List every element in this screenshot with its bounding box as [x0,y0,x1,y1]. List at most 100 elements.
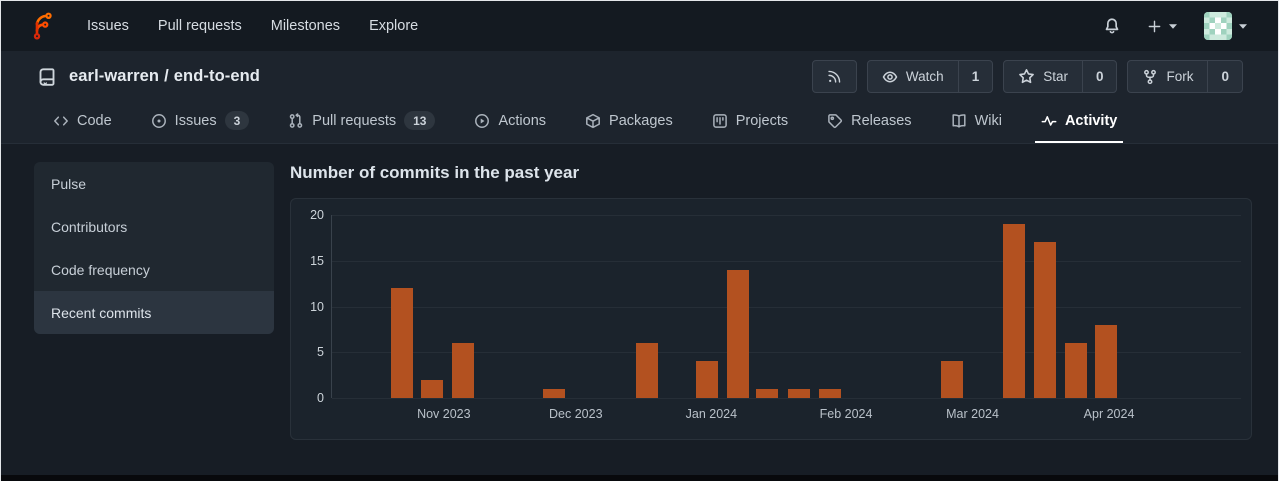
code-icon [54,115,68,126]
watch-count[interactable]: 1 [957,61,993,92]
gridline [332,260,1241,262]
repo-owner-link[interactable]: earl-warren [69,67,159,85]
watch-button[interactable]: Watch 1 [866,60,994,93]
star-count[interactable]: 0 [1081,61,1117,92]
nav-link-issues[interactable]: Issues [87,18,129,34]
issue-opened-icon [151,113,166,128]
x-axis-month-label: Mar 2024 [946,407,999,421]
tab-wiki[interactable]: Wiki [945,102,1008,143]
tab-pull-requests[interactable]: Pull requests 13 [282,102,441,143]
x-axis-labels: Nov 2023 Dec 2023 Jan 2024 Feb 2024 Mar 2024… [331,407,1241,427]
commit-bar [390,288,413,398]
gridline [332,215,1241,216]
sidebar-item-recent-commits[interactable]: Recent commits [34,291,274,334]
repo-name-link[interactable]: end-to-end [174,67,260,85]
sidebar-item-code-frequency[interactable]: Code frequency [34,248,274,291]
commit-bar [1033,242,1056,398]
nav-link-explore[interactable]: Explore [369,18,418,34]
top-navbar: Issues Pull requests Milestones Explore [1,1,1278,51]
x-axis-month-label: Dec 2023 [549,407,603,421]
commit-bar [788,388,811,398]
rss-feed-button[interactable] [811,60,857,93]
tag-icon [828,113,843,128]
x-axis-month-label: Feb 2024 [819,407,873,421]
forgejo-logo-icon[interactable] [29,12,55,40]
bell-icon [1105,18,1119,34]
chart-plot [331,215,1241,399]
activity-sidebar-menu: Pulse Contributors Code frequency Recent… [34,162,274,334]
watch-label: Watch [905,69,944,84]
activity-content: Pulse Contributors Code frequency Recent… [1,144,1278,440]
commit-bar [1094,324,1117,398]
star-label: Star [1043,69,1068,84]
commit-bar [420,379,443,398]
commit-bar [727,269,750,398]
commit-bar [1064,343,1087,398]
fork-icon [1144,69,1157,84]
tab-packages[interactable]: Packages [579,102,679,143]
tab-releases[interactable]: Releases [821,102,917,143]
pull-requests-count-badge: 13 [404,111,436,130]
navbar-right [1103,12,1248,40]
chevron-down-icon [1168,23,1178,30]
rss-icon [828,70,841,83]
eye-icon [882,71,898,82]
fork-label: Fork [1166,69,1194,84]
tab-projects[interactable]: Projects [706,102,794,143]
create-new-dropdown[interactable] [1147,19,1178,34]
commits-chart-panel: 0 5 10 15 20 Nov 2023 Dec 2023 Jan 2024 Feb 202… [290,198,1252,440]
y-axis-tick-label: 10 [310,299,324,314]
gridline [332,398,1241,399]
y-axis-tick-label: 15 [310,253,324,268]
tab-issues[interactable]: Issues 3 [145,102,256,143]
repo-header-section: earl-warren / end-to-end Watch 1 Star 0 … [1,51,1278,144]
star-icon [1019,69,1035,84]
x-axis-month-label: Nov 2023 [417,407,471,421]
commit-bar [635,343,658,398]
y-axis-tick-label: 0 [317,391,324,405]
fork-count[interactable]: 0 [1207,61,1242,92]
repo-tab-bar: Code Issues 3 Pull requests 13 Actions P… [1,102,1278,143]
nav-link-pull-requests[interactable]: Pull requests [158,18,242,34]
notifications-bell-button[interactable] [1103,17,1121,35]
sidebar-item-contributors[interactable]: Contributors [34,205,274,248]
recent-commits-main: Number of commits in the past year 0 5 10 1… [290,162,1252,440]
y-axis-tick-label: 5 [317,345,324,360]
gridline [332,306,1241,308]
commit-bar [1002,224,1025,398]
pulse-icon [1041,115,1057,126]
commit-bar [940,361,963,398]
issues-count-badge: 3 [224,111,250,130]
chevron-down-icon [1238,23,1248,30]
sidebar-item-pulse[interactable]: Pulse [34,162,274,205]
repo-path-separator: / [164,67,169,85]
repo-action-buttons: Watch 1 Star 0 Fork 0 [811,60,1243,93]
x-axis-month-label: Jan 2024 [685,407,738,421]
commit-bar [542,388,565,398]
tab-actions[interactable]: Actions [468,102,552,143]
avatar [1204,12,1232,40]
repo-header: earl-warren / end-to-end Watch 1 Star 0 … [1,51,1278,102]
commit-bar [819,388,842,398]
package-icon [586,113,600,128]
book-icon [952,113,966,128]
plus-icon [1148,20,1161,32]
user-menu-dropdown[interactable] [1204,12,1248,40]
forgejo-repo-activity-page: Issues Pull requests Milestones Explore [0,0,1279,481]
repo-breadcrumb: earl-warren / end-to-end [69,67,260,86]
git-pull-request-icon [290,112,303,128]
y-axis-tick-label: 20 [310,208,324,222]
window-bottom-edge [1,475,1278,481]
commit-bar [696,361,719,398]
chart-title: Number of commits in the past year [290,163,580,182]
project-board-icon [712,113,727,128]
tab-code[interactable]: Code [47,102,118,143]
fork-button[interactable]: Fork 0 [1127,60,1243,93]
star-button[interactable]: Star 0 [1003,60,1118,93]
tab-activity[interactable]: Activity [1034,102,1124,143]
nav-link-milestones[interactable]: Milestones [271,18,340,34]
repo-icon [39,67,55,86]
play-circle-icon [475,113,490,128]
y-axis-labels: 0 5 10 15 20 [291,208,324,405]
x-axis-month-label: Apr 2024 [1083,407,1135,421]
